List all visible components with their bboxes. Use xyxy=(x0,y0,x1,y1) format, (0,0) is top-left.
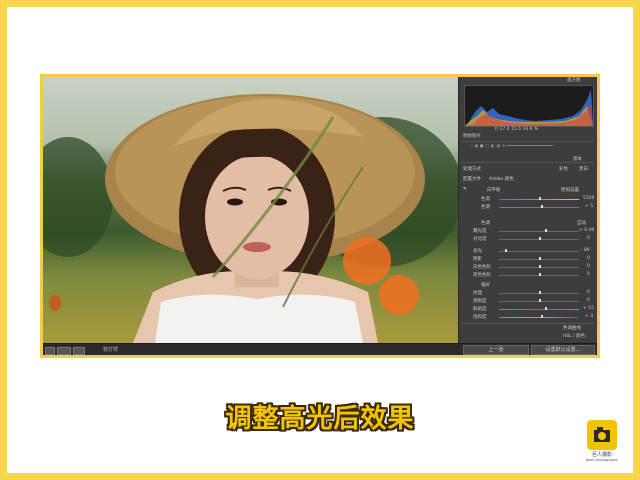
soft-proof-label[interactable]: 软打样 xyxy=(103,346,118,353)
whites-label: 白色色阶 xyxy=(473,265,491,270)
temp-label: 色温 xyxy=(481,197,490,202)
view-survey-icon[interactable] xyxy=(73,347,85,355)
texture-label: 纹理 xyxy=(473,291,482,296)
treatment-bw-button[interactable]: 黑白 xyxy=(579,166,588,172)
tint-slider[interactable] xyxy=(499,207,579,208)
eyedropper-icon[interactable]: ✎ xyxy=(463,187,467,192)
temp-knob[interactable] xyxy=(539,197,541,200)
blacks-value[interactable]: 0 xyxy=(587,272,590,277)
texture-knob[interactable] xyxy=(539,291,541,294)
histogram xyxy=(464,85,594,127)
tint-value[interactable]: + 5 xyxy=(585,204,593,209)
view-compare-icon[interactable] xyxy=(57,347,71,355)
tone-curve-header[interactable]: 色调曲线 xyxy=(563,325,581,331)
contrast-label: 对比度 xyxy=(473,237,487,242)
presence-label: 偏好 xyxy=(481,283,490,288)
original-photo-label: 原始照片 xyxy=(463,134,481,139)
exposure-label: 曝光度 xyxy=(473,229,487,234)
orange-flower-1 xyxy=(343,237,391,285)
temp-value[interactable]: 5100 xyxy=(583,196,594,201)
tool-strip[interactable]: ◌ ◉ ● ▢ ◐ ◑ ⊙ ━━━━━━━━━━━━━━━━━ xyxy=(469,144,553,149)
vibrance-slider[interactable] xyxy=(499,309,579,310)
highlights-knob[interactable] xyxy=(505,249,507,252)
lightroom-screenshot: 直方图 f/ 17.4 15.6 16.6 % 原始照片 ◌ ◉ ● ▢ ◐ ◑… xyxy=(40,74,600,358)
highlights-slider[interactable] xyxy=(499,251,579,252)
orange-flower-2 xyxy=(379,275,419,315)
clarity-value[interactable]: 0 xyxy=(587,298,590,303)
bottom-toolbar: 软打样 上一张 设置默认设置... xyxy=(43,343,597,355)
vibrance-knob[interactable] xyxy=(545,307,547,310)
view-single-icon[interactable] xyxy=(45,347,55,355)
wb-select[interactable]: 原照设置 xyxy=(561,187,579,193)
reset-defaults-button[interactable]: 设置默认设置... xyxy=(531,345,595,355)
develop-panel: 直方图 f/ 17.4 15.6 16.6 % 原始照片 ◌ ◉ ● ▢ ◐ ◑… xyxy=(459,77,597,343)
exposure-value[interactable]: + 0.46 xyxy=(579,228,594,233)
divider xyxy=(461,323,595,324)
logo-subtitle: giant photography xyxy=(585,458,619,462)
hsl-header[interactable]: HSL / 颜色 xyxy=(563,333,585,339)
profile-select[interactable]: Adobe 颜色 xyxy=(489,176,514,182)
tone-label: 色调 xyxy=(481,221,490,226)
saturation-slider[interactable] xyxy=(499,317,579,318)
highlights-label: 高光 xyxy=(473,249,482,254)
exposure-knob[interactable] xyxy=(545,229,547,232)
caption-title: 调整高光后效果 xyxy=(225,404,415,434)
whites-value[interactable]: 0 xyxy=(587,264,590,269)
divider xyxy=(461,162,595,163)
treatment-label: 处理方式 xyxy=(463,167,481,172)
orange-flower-3 xyxy=(49,295,61,311)
clarity-knob[interactable] xyxy=(539,299,541,302)
texture-value[interactable]: 0 xyxy=(587,290,590,295)
photo-preview[interactable] xyxy=(43,77,458,343)
camera-icon xyxy=(587,420,617,450)
exposure-slider[interactable] xyxy=(499,231,579,232)
blacks-knob[interactable] xyxy=(539,273,541,276)
saturation-knob[interactable] xyxy=(541,315,543,318)
brand-logo: 巨人摄影 giant photography xyxy=(584,420,620,464)
previous-button[interactable]: 上一张 xyxy=(463,345,529,355)
saturation-value[interactable]: + 3 xyxy=(585,314,593,319)
whites-knob[interactable] xyxy=(539,265,541,268)
treatment-color-button[interactable]: 彩色 xyxy=(559,166,568,172)
vibrance-value[interactable]: + 15 xyxy=(583,306,594,311)
profile-label: 配置文件 xyxy=(463,177,481,182)
highlights-value[interactable]: - 86 xyxy=(581,248,590,253)
logo-name: 巨人摄影 xyxy=(591,452,612,458)
divider xyxy=(461,141,595,142)
blacks-label: 黑色色阶 xyxy=(473,273,491,278)
tone-auto-button[interactable]: 自动 xyxy=(577,220,586,226)
histogram-header: 直方图 xyxy=(567,78,581,83)
histogram-readout: f/ 17.4 15.6 16.6 % xyxy=(495,127,539,132)
contrast-knob[interactable] xyxy=(539,237,541,240)
contrast-value[interactable]: 0 xyxy=(587,236,590,241)
vibrance-label: 鲜艳度 xyxy=(473,307,487,312)
shadows-knob[interactable] xyxy=(539,257,541,260)
clarity-label: 清晰度 xyxy=(473,299,487,304)
tint-label: 色调 xyxy=(481,205,490,210)
wb-label: 白平衡 xyxy=(487,188,501,193)
tint-knob[interactable] xyxy=(541,205,543,208)
shadows-label: 阴影 xyxy=(473,257,482,262)
shadows-value[interactable]: 0 xyxy=(587,256,590,261)
saturation-label: 饱和度 xyxy=(473,315,487,320)
